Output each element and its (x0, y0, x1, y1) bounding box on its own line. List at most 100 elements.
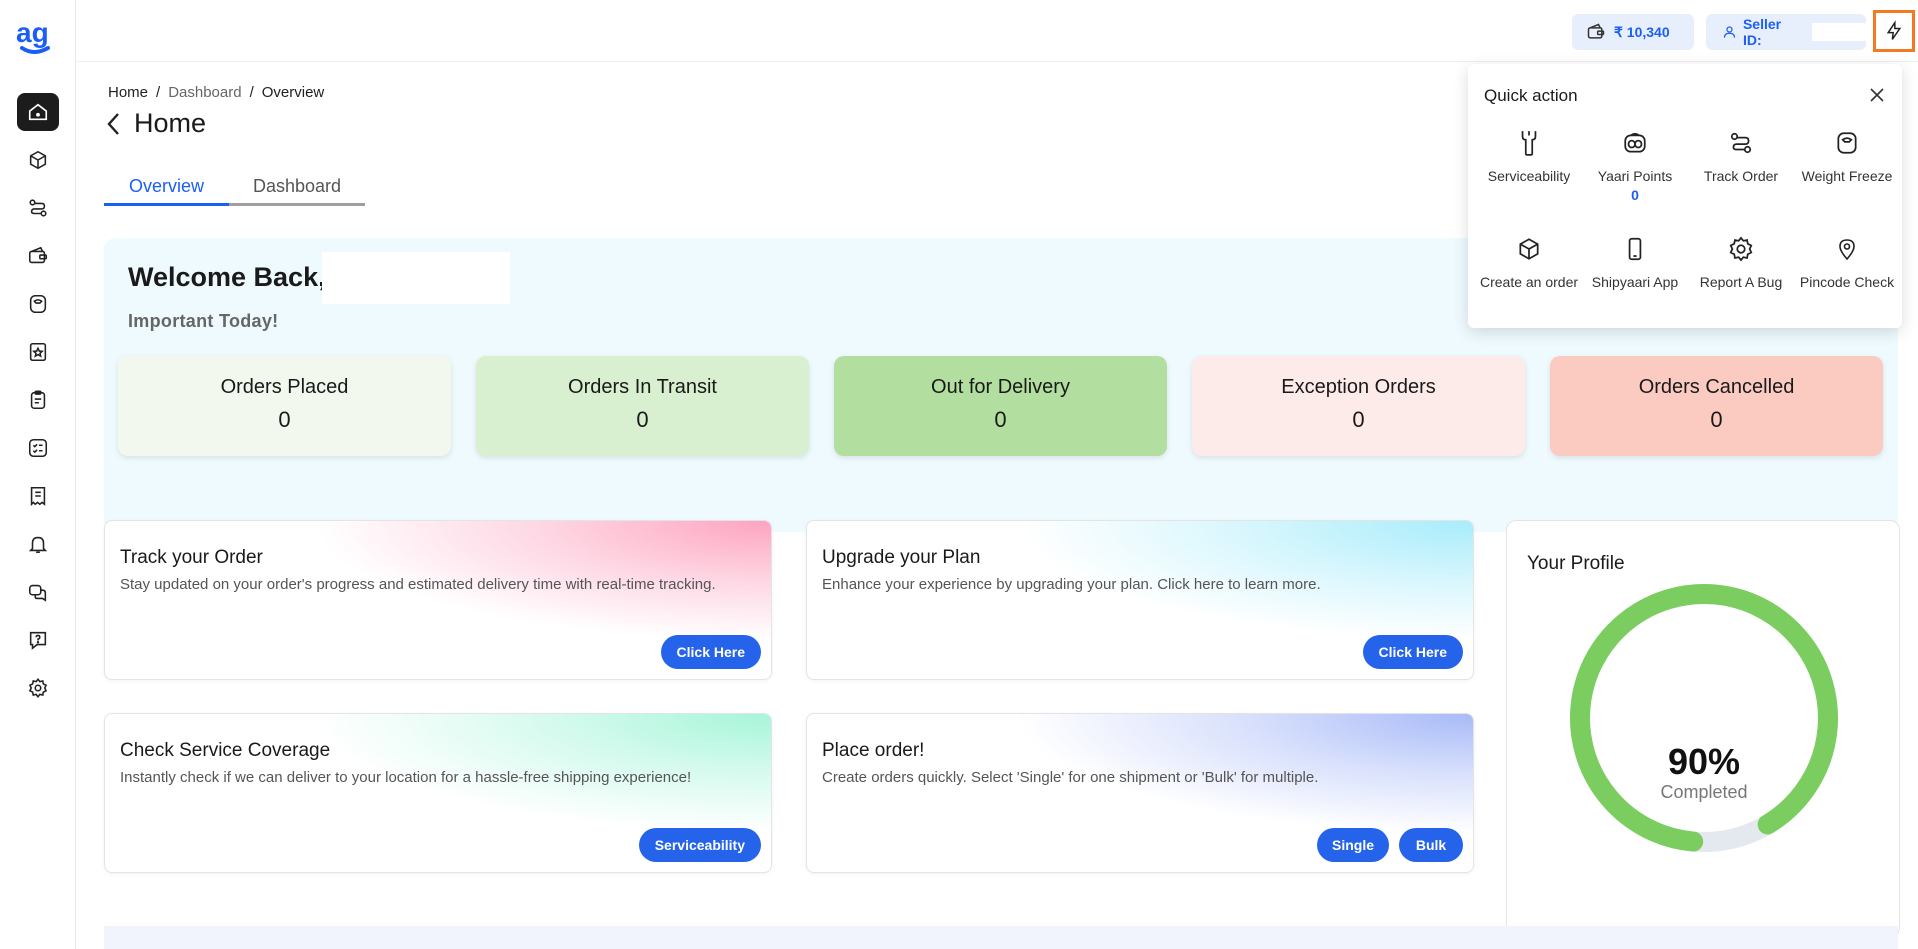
seller-id-badge[interactable]: Seller ID: (1706, 14, 1866, 50)
serviceability-button[interactable]: Serviceability (638, 828, 761, 862)
route-icon (29, 199, 47, 217)
sidebar-nav (0, 88, 76, 712)
quick-action-report-bug[interactable]: Report A Bug (1688, 234, 1794, 322)
stat-value: 0 (636, 407, 649, 432)
upgrade-plan-click-here-button[interactable]: Click Here (1362, 635, 1463, 669)
profile-percent: 90% (1667, 741, 1741, 782)
quick-action-label: Shipyaari App (1591, 274, 1679, 290)
quick-action-weight-freeze[interactable]: Weight Freeze (1794, 128, 1900, 216)
stat-label: Exception Orders (1281, 376, 1436, 398)
breadcrumb-separator: / (249, 84, 254, 101)
stat-orders-in-transit[interactable]: Orders In Transit 0 (476, 356, 809, 456)
sidebar-item-orders[interactable] (0, 136, 76, 184)
chat-icon (28, 584, 47, 602)
sidebar-item-tracking[interactable] (0, 184, 76, 232)
wallet-amount: ₹ 10,340 (1614, 23, 1670, 40)
stat-label: Out for Delivery (931, 376, 1070, 398)
sidebar-item-help[interactable] (0, 616, 76, 664)
weight-icon (29, 294, 47, 314)
cube-icon (29, 150, 47, 170)
quick-action-yaari-points[interactable]: Yaari Points 0 (1582, 128, 1688, 216)
welcome-heading: Welcome Back, (128, 262, 326, 292)
sidebar-item-wallet[interactable] (0, 232, 76, 280)
page-title: Home (134, 108, 207, 138)
card-title: Place order! (822, 740, 925, 761)
stat-orders-placed[interactable]: Orders Placed 0 (118, 356, 451, 456)
receipt-icon (30, 486, 46, 507)
sidebar-item-home[interactable] (0, 88, 76, 136)
track-order-card: Track your Order Stay updated on your or… (104, 520, 772, 680)
quick-action-track-order[interactable]: Track Order (1688, 128, 1794, 216)
upgrade-plan-card: Upgrade your Plan Enhance your experienc… (806, 520, 1474, 680)
stat-label: Orders In Transit (568, 376, 717, 398)
notifications-button[interactable] (1912, 14, 1918, 50)
sidebar-item-returns[interactable] (0, 376, 76, 424)
quick-action-label: Report A Bug (1699, 274, 1783, 290)
svg-text:ag: ag (16, 17, 49, 48)
card-description: Instantly check if we can deliver to you… (120, 769, 692, 786)
sidebar-item-weight[interactable] (0, 280, 76, 328)
quick-action-button[interactable] (1873, 10, 1915, 52)
breadcrumb-separator: / (156, 84, 161, 101)
checklist-icon (28, 438, 48, 458)
wallet-icon (28, 246, 48, 264)
sidebar-item-settings[interactable] (0, 664, 76, 712)
back-arrow-icon[interactable] (104, 111, 124, 137)
profile-status: Completed (1660, 782, 1748, 802)
close-icon (1870, 88, 1884, 102)
tab-overview[interactable]: Overview (104, 172, 229, 206)
profile-progress-ring (1570, 584, 1838, 852)
service-coverage-card: Check Service Coverage Instantly check i… (104, 713, 772, 873)
card-description: Stay updated on your order's progress an… (120, 576, 716, 593)
sidebar-item-checklist[interactable] (0, 424, 76, 472)
quick-action-grid: Serviceability Yaari Points 0 Track Orde… (1476, 128, 1900, 322)
sidebar-item-notifications[interactable] (0, 520, 76, 568)
wallet-icon (1587, 23, 1605, 39)
track-order-click-here-button[interactable]: Click Here (660, 635, 761, 669)
clipboard-icon (30, 390, 46, 410)
breadcrumb-current: Overview (261, 84, 325, 101)
sidebar-item-support[interactable] (0, 568, 76, 616)
brand-logo[interactable]: ag (14, 16, 58, 56)
quick-action-popup: Quick action Serviceability Yaari Points… (1468, 64, 1902, 328)
sidebar-item-billing[interactable] (0, 472, 76, 520)
yaari-points-count: 0 (1631, 187, 1639, 203)
quick-action-label: Serviceability (1487, 168, 1571, 184)
stat-value: 0 (1352, 407, 1365, 432)
bulk-order-button[interactable]: Bulk (1399, 828, 1463, 862)
quick-action-label: Weight Freeze (1801, 168, 1893, 184)
single-order-button[interactable]: Single (1317, 828, 1389, 862)
card-title: Upgrade your Plan (822, 547, 981, 568)
sidebar-item-ndr[interactable] (0, 328, 76, 376)
tab-bar: Overview Dashboard (104, 172, 365, 206)
quick-action-label: Track Order (1703, 168, 1779, 184)
quick-action-pincode-check[interactable]: Pincode Check (1794, 234, 1900, 322)
stat-label: Orders Placed (220, 376, 349, 398)
close-button[interactable] (1866, 84, 1888, 106)
stat-value: 0 (1710, 407, 1723, 432)
cube-icon (1519, 238, 1539, 260)
quick-action-shipyaari-app[interactable]: Shipyaari App (1582, 234, 1688, 322)
stat-value: 0 (994, 407, 1007, 432)
quick-action-label: Yaari Points (1597, 168, 1673, 184)
stat-value: 0 (278, 407, 291, 432)
seller-id-label: Seller ID: (1742, 16, 1782, 48)
breadcrumb-dashboard[interactable]: Dashboard (168, 84, 241, 101)
card-description: Create orders quickly. Select 'Single' f… (822, 769, 1319, 786)
stat-exception-orders[interactable]: Exception Orders 0 (1192, 356, 1525, 456)
card-description: Enhance your experience by upgrading you… (822, 576, 1321, 593)
wrench-icon (1521, 131, 1537, 156)
home-icon (28, 103, 48, 121)
quick-action-serviceability[interactable]: Serviceability (1476, 128, 1582, 216)
user-icon (1723, 26, 1736, 38)
stat-out-for-delivery[interactable]: Out for Delivery 0 (834, 356, 1167, 456)
tab-dashboard[interactable]: Dashboard (229, 172, 365, 206)
coins-icon (1624, 132, 1646, 153)
breadcrumb-home[interactable]: Home (108, 84, 148, 101)
wallet-balance-button[interactable]: ₹ 10,340 (1572, 14, 1694, 50)
quick-action-create-order[interactable]: Create an order (1476, 234, 1582, 322)
breadcrumb: Home / Dashboard / Overview (108, 84, 324, 101)
stat-orders-cancelled[interactable]: Orders Cancelled 0 (1550, 356, 1883, 456)
profile-completion-card[interactable]: Your Profile 90% Completed (1506, 520, 1900, 938)
gear-icon (28, 678, 48, 698)
